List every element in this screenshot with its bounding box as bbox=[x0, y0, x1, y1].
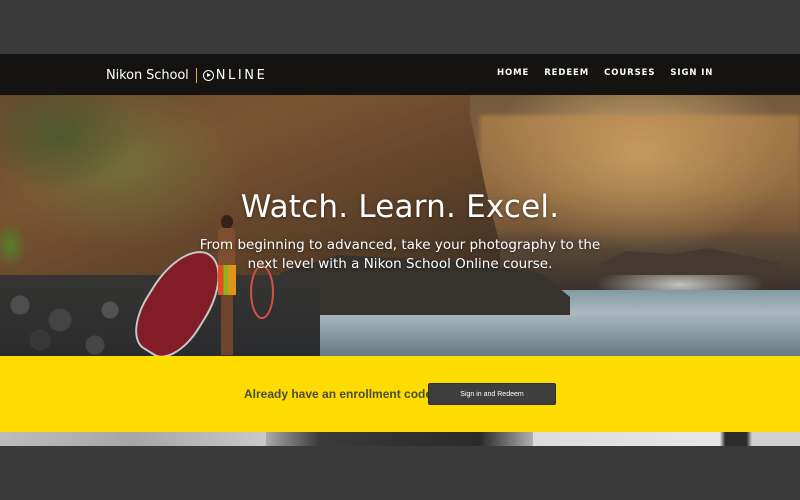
nav-sign-in[interactable]: SIGN IN bbox=[670, 68, 713, 78]
course-thumbnail[interactable] bbox=[266, 432, 533, 446]
hero-subtitle: From beginning to advanced, take your ph… bbox=[199, 237, 601, 272]
nav-courses[interactable]: COURSES bbox=[604, 68, 655, 78]
hero-overlay bbox=[0, 95, 800, 356]
nikon-school-online-logo[interactable]: Nikon School NLINE bbox=[106, 65, 267, 85]
course-thumbnail[interactable] bbox=[0, 432, 266, 446]
enrollment-prompt: Already have an enrollment code? bbox=[244, 387, 440, 401]
play-circle-icon bbox=[202, 69, 214, 81]
course-thumbnail-strip bbox=[0, 432, 800, 446]
course-thumbnail[interactable] bbox=[533, 432, 800, 446]
logo-divider bbox=[195, 67, 197, 83]
hero-banner: Watch. Learn. Excel. From beginning to a… bbox=[0, 95, 800, 356]
enrollment-code-band: Already have an enrollment code? Sign in… bbox=[0, 356, 800, 432]
logo-suffix-text: NLINE bbox=[215, 67, 268, 83]
nav-redeem[interactable]: REDEEM bbox=[544, 68, 589, 78]
main-nav: HOME REDEEM COURSES SIGN IN bbox=[497, 68, 728, 78]
nav-home[interactable]: HOME bbox=[497, 68, 529, 78]
site-header: Nikon School NLINE HOME REDEEM COURSES S… bbox=[0, 54, 800, 95]
hero-title: Watch. Learn. Excel. bbox=[240, 189, 560, 225]
logo-brand-text: Nikon School bbox=[106, 67, 189, 83]
sign-in-and-redeem-button[interactable]: Sign in and Redeem bbox=[429, 384, 555, 404]
screenshot-frame: Nikon School NLINE HOME REDEEM COURSES S… bbox=[0, 0, 800, 500]
website: Nikon School NLINE HOME REDEEM COURSES S… bbox=[0, 54, 800, 446]
